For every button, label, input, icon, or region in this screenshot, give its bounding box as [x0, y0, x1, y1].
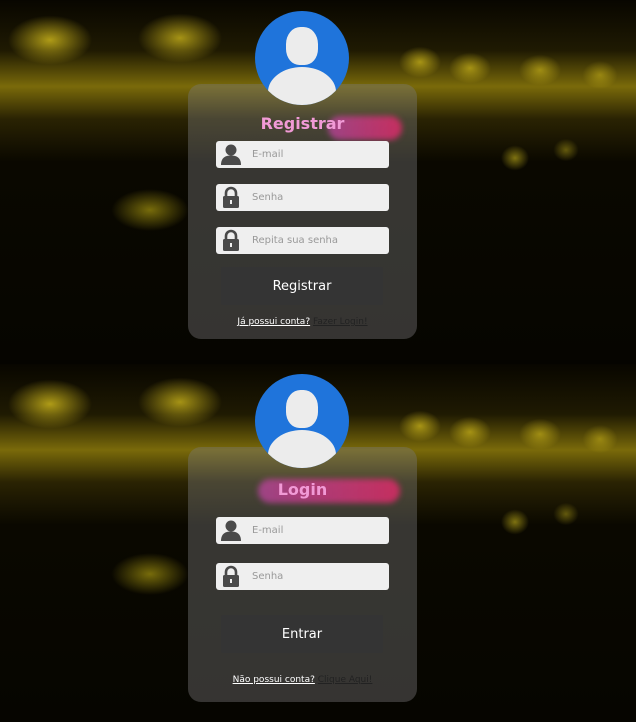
register-email-input[interactable]	[252, 141, 382, 168]
no-account-link[interactable]: Não possui conta?	[233, 675, 315, 685]
register-button[interactable]: Registrar	[221, 267, 383, 305]
register-repeat-password-input[interactable]	[252, 227, 382, 254]
register-email-field[interactable]	[216, 141, 389, 168]
avatar-body	[268, 430, 336, 468]
register-repeat-password-field[interactable]	[216, 227, 389, 254]
user-icon	[221, 144, 241, 165]
login-password-field[interactable]	[216, 563, 389, 590]
register-panel: Registrar Registrar	[0, 0, 636, 360]
avatar-body	[268, 67, 336, 105]
user-icon	[221, 520, 241, 541]
login-panel: Login Entrar Não possui conta? Clique Aq…	[0, 364, 636, 722]
register-card: Registrar Registrar	[188, 11, 417, 339]
register-password-field[interactable]	[216, 184, 389, 211]
login-card: Login Entrar Não possui conta? Clique Aq…	[188, 374, 417, 702]
avatar-head	[286, 390, 318, 428]
login-button[interactable]: Entrar	[221, 615, 383, 653]
user-avatar-icon	[255, 11, 349, 105]
register-password-input[interactable]	[252, 184, 382, 211]
register-footer: Já possui conta? Fazer Login!	[188, 317, 417, 327]
login-title: Login	[277, 480, 328, 499]
go-to-login-link[interactable]: Fazer Login!	[313, 317, 368, 327]
user-avatar-icon	[255, 374, 349, 468]
go-to-register-link[interactable]: Clique Aqui!	[318, 675, 373, 685]
register-title: Registrar	[260, 114, 345, 133]
avatar-head	[286, 27, 318, 65]
login-email-field[interactable]	[216, 517, 389, 544]
lock-icon	[223, 186, 239, 208]
login-footer: Não possui conta? Clique Aqui!	[188, 675, 417, 685]
lock-icon	[223, 229, 239, 251]
login-password-input[interactable]	[252, 563, 382, 590]
login-email-input[interactable]	[252, 517, 382, 544]
have-account-link[interactable]: Já possui conta?	[237, 317, 310, 327]
lock-icon	[223, 565, 239, 587]
